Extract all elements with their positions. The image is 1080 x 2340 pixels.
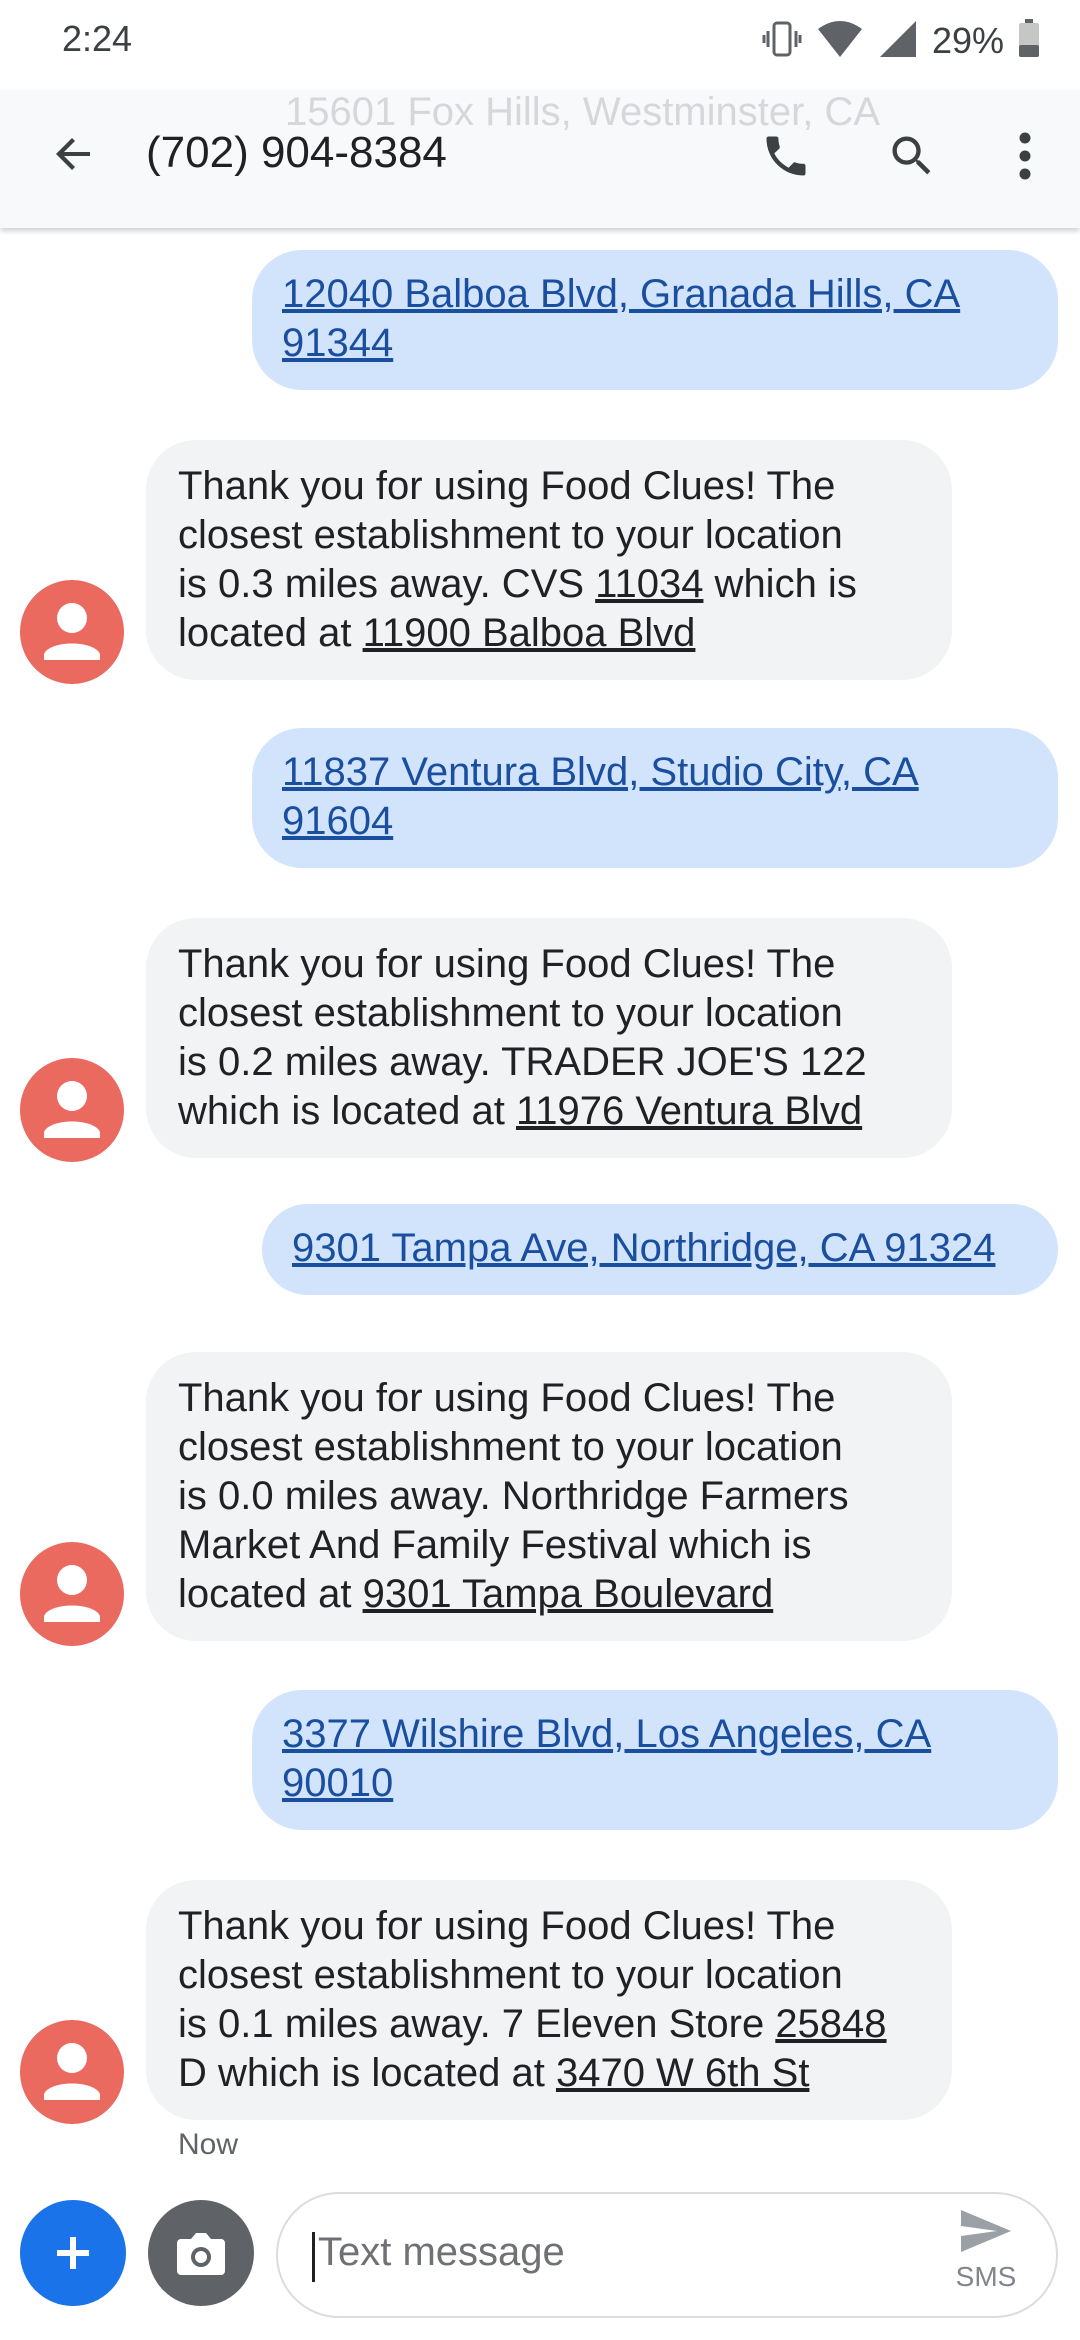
phone-number-link[interactable]: 25848 (775, 2002, 886, 2046)
address-link[interactable]: 11900 Balboa Blvd (363, 611, 696, 655)
plus-icon (57, 2237, 89, 2269)
address-link[interactable]: 11837 Ventura Blvd, Studio City, CA 91604 (282, 750, 919, 843)
phone-icon (766, 136, 806, 176)
person-icon (44, 603, 100, 660)
outgoing-message[interactable]: 12040 Balboa Blvd, Granada Hills, CA 9134… (252, 250, 1058, 390)
app-bar: 15601 Fox Hills, Westminster, CA (702) 9… (0, 90, 1080, 228)
status-time: 2:24 (62, 18, 133, 59)
text-caret (312, 2232, 315, 2282)
message-input-placeholder: Text message (318, 2230, 565, 2274)
back-arrow-icon (56, 138, 90, 170)
camera-button[interactable] (148, 2200, 254, 2306)
contact-avatar[interactable] (20, 2020, 124, 2124)
address-link[interactable]: 3470 W 6th St (556, 2051, 809, 2095)
more-vert-icon (1019, 132, 1031, 180)
address-link[interactable]: 9301 Tampa Ave, Northridge, CA 91324 (292, 1226, 995, 1270)
person-icon (44, 2043, 100, 2100)
vibrate-icon (762, 17, 802, 66)
conversation-title[interactable]: (702) 904-8384 (146, 128, 447, 178)
outgoing-message[interactable]: 11837 Ventura Blvd, Studio City, CA 91604 (252, 728, 1058, 868)
camera-icon (177, 2233, 225, 2275)
address-link[interactable]: 9301 Tampa Boulevard (363, 1572, 774, 1616)
wifi-icon (816, 19, 864, 64)
incoming-message[interactable]: Thank you for using Food Clues! The clos… (146, 1880, 952, 2120)
outgoing-message[interactable]: 3377 Wilshire Blvd, Los Angeles, CA 90010 (252, 1690, 1058, 1830)
battery-icon (1018, 18, 1040, 64)
incoming-message[interactable]: Thank you for using Food Clues! The clos… (146, 918, 952, 1158)
contact-avatar[interactable] (20, 580, 124, 684)
send-button[interactable]: SMS (936, 2208, 1036, 2304)
call-button[interactable] (752, 122, 820, 190)
phone-number-link[interactable]: 11034 (595, 562, 703, 606)
message-list[interactable]: 12040 Balboa Blvd, Granada Hills, CA 9134… (0, 228, 1080, 2178)
more-options-button[interactable] (1000, 122, 1050, 190)
attach-button[interactable] (20, 2200, 126, 2306)
incoming-message[interactable]: Thank you for using Food Clues! The clos… (146, 440, 952, 680)
person-icon (44, 1565, 100, 1622)
address-link[interactable]: 3377 Wilshire Blvd, Los Angeles, CA 90010 (282, 1712, 931, 1805)
battery-percent: 29% (931, 20, 1004, 61)
search-button[interactable] (878, 122, 946, 190)
message-input[interactable]: Text message SMS (276, 2192, 1058, 2318)
send-mode-label: SMS (955, 2261, 1017, 2292)
outgoing-message[interactable]: 9301 Tampa Ave, Northridge, CA 91324 (262, 1204, 1058, 1295)
message-timestamp: Now (178, 2128, 239, 2161)
contact-avatar[interactable] (20, 1542, 124, 1646)
compose-bar: Text message SMS (0, 2178, 1080, 2340)
status-bar: 2:24 29% (0, 0, 1080, 90)
back-button[interactable] (44, 124, 104, 184)
address-link[interactable]: 11976 Ventura Blvd (516, 1089, 862, 1133)
address-link[interactable]: 12040 Balboa Blvd, Granada Hills, CA 9134… (282, 272, 960, 365)
status-icons: 29% (762, 16, 1040, 66)
cell-signal-icon (878, 19, 918, 64)
person-icon (44, 1081, 100, 1138)
send-icon (961, 2210, 1011, 2252)
incoming-message[interactable]: Thank you for using Food Clues! The clos… (146, 1352, 952, 1641)
contact-avatar[interactable] (20, 1058, 124, 1162)
search-icon (892, 136, 931, 175)
